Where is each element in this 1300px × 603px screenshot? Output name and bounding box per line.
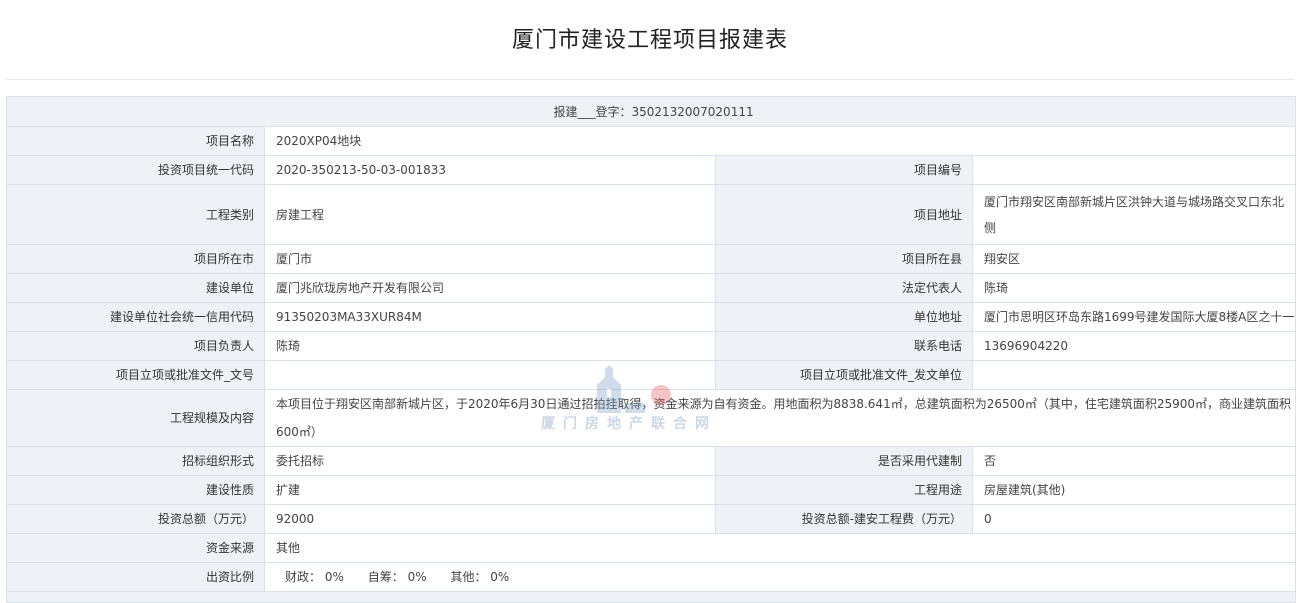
- install-cost-value: 0: [971, 504, 1297, 534]
- field-label: 项目负责人: [6, 331, 265, 361]
- table-row: 工程规模及内容 本项目位于翔安区南部新城片区，于2020年6月30日通过招拍挂取…: [6, 389, 1297, 447]
- table-footer-row: [5, 591, 1297, 603]
- project-address-value: 厦门市翔安区南部新城片区洪钟大道与城场路交叉口东北侧: [971, 184, 1297, 245]
- phone-value: 13696904220: [971, 331, 1297, 361]
- field-label: 工程用途: [715, 475, 973, 505]
- self-ratio-value: 0%: [407, 570, 427, 584]
- category-value: 房建工程: [264, 184, 716, 245]
- funding-ratio-value: 财政： 0% 自筹： 0% 其他： 0%: [263, 562, 1297, 592]
- legal-rep-value: 陈琦: [971, 273, 1297, 303]
- field-label: 项目立项或批准文件_文号: [6, 360, 265, 390]
- field-label: 工程类别: [6, 184, 265, 245]
- city-value: 厦门市: [264, 244, 716, 274]
- field-label: 招标组织形式: [6, 446, 265, 476]
- table-row: 招标组织形式 委托招标 是否采用代建制 否: [6, 446, 1297, 476]
- registration-row: 报建___登字：3502132007020111: [5, 96, 1297, 127]
- field-label: 法定代表人: [715, 273, 973, 303]
- table-row: 项目名称 2020XP04地块: [6, 126, 1297, 156]
- field-label: 工程规模及内容: [6, 389, 265, 447]
- total-invest-value: 92000: [264, 504, 716, 534]
- table-row: 项目立项或批准文件_文号 项目立项或批准文件_发文单位: [6, 360, 1297, 390]
- field-label: 建设单位: [6, 273, 265, 303]
- field-label: 建设性质: [6, 475, 265, 505]
- scale-value: 本项目位于翔安区南部新城片区，于2020年6月30日通过招拍挂取得，资金来源为自…: [263, 389, 1297, 447]
- manager-value: 陈琦: [264, 331, 716, 361]
- field-label: 投资项目统一代码: [6, 155, 265, 185]
- table-row: 工程类别 房建工程 项目地址 厦门市翔安区南部新城片区洪钟大道与城场路交叉口东北…: [6, 184, 1297, 245]
- field-label: 建设单位社会统一信用代码: [6, 302, 265, 332]
- field-label: 投资总额（万元）: [6, 504, 265, 534]
- title-divider: [6, 79, 1294, 80]
- project-no-value: [971, 155, 1297, 185]
- field-label: 项目所在县: [715, 244, 973, 274]
- field-label: 项目所在市: [6, 244, 265, 274]
- table-row: 建设单位社会统一信用代码 91350203MA33XUR84M 单位地址 厦门市…: [6, 302, 1297, 332]
- field-label: 联系电话: [715, 331, 973, 361]
- self-ratio: 自筹： 0%: [368, 570, 427, 584]
- table-row: 资金来源 其他: [6, 533, 1297, 563]
- field-label: 是否采用代建制: [715, 446, 973, 476]
- agent-build-value: 否: [971, 446, 1297, 476]
- approval-doc-value: [264, 360, 716, 390]
- field-label: 投资总额-建安工程费（万元）: [715, 504, 973, 534]
- fiscal-ratio-label: 财政：: [285, 570, 322, 584]
- field-label: 项目立项或批准文件_发文单位: [715, 360, 973, 390]
- builder-value: 厦门兆欣珑房地产开发有限公司: [264, 273, 716, 303]
- registration-number: 报建___登字：3502132007020111: [5, 96, 1297, 127]
- field-label: 资金来源: [6, 533, 265, 563]
- page-title: 厦门市建设工程项目报建表: [511, 28, 788, 53]
- tender-form-value: 委托招标: [264, 446, 716, 476]
- table-row: 投资项目统一代码 2020-350213-50-03-001833 项目编号: [6, 155, 1297, 185]
- credit-code-value: 91350203MA33XUR84M: [264, 302, 716, 332]
- invest-code-value: 2020-350213-50-03-001833: [264, 155, 716, 185]
- nature-value: 扩建: [264, 475, 716, 505]
- fiscal-ratio: 财政： 0%: [285, 570, 344, 584]
- project-name-value: 2020XP04地块: [263, 126, 1297, 156]
- field-label: 项目编号: [715, 155, 973, 185]
- project-registration-table: 报建___登字：3502132007020111 项目名称 2020XP04地块…: [5, 96, 1297, 603]
- table-row: 投资总额（万元） 92000 投资总额-建安工程费（万元） 0: [6, 504, 1297, 534]
- table-row: [5, 591, 1297, 603]
- usage-value: 房屋建筑(其他): [971, 475, 1297, 505]
- fund-source-value: 其他: [263, 533, 1297, 563]
- other-ratio-value: 0%: [490, 570, 510, 584]
- county-value: 翔安区: [971, 244, 1297, 274]
- self-ratio-label: 自筹：: [367, 570, 404, 584]
- table-row: 项目负责人 陈琦 联系电话 13696904220: [6, 331, 1297, 361]
- table-row: 建设单位 厦门兆欣珑房地产开发有限公司 法定代表人 陈琦: [6, 273, 1297, 303]
- other-ratio: 其他： 0%: [450, 570, 509, 584]
- table-row: 出资比例 财政： 0% 自筹： 0% 其他： 0%: [6, 562, 1297, 592]
- approval-unit-value: [971, 360, 1297, 390]
- field-label: 出资比例: [6, 562, 265, 592]
- field-label: 项目名称: [6, 126, 265, 156]
- unit-address-value: 厦门市思明区环岛东路1699号建发国际大厦8楼A区之十一: [971, 302, 1297, 332]
- fiscal-ratio-value: 0%: [324, 570, 344, 584]
- table-row: 项目所在市 厦门市 项目所在县 翔安区: [6, 244, 1297, 274]
- table-row: 建设性质 扩建 工程用途 房屋建筑(其他): [6, 475, 1297, 505]
- field-label: 项目地址: [715, 184, 973, 245]
- other-ratio-label: 其他：: [450, 570, 487, 584]
- field-label: 单位地址: [715, 302, 973, 332]
